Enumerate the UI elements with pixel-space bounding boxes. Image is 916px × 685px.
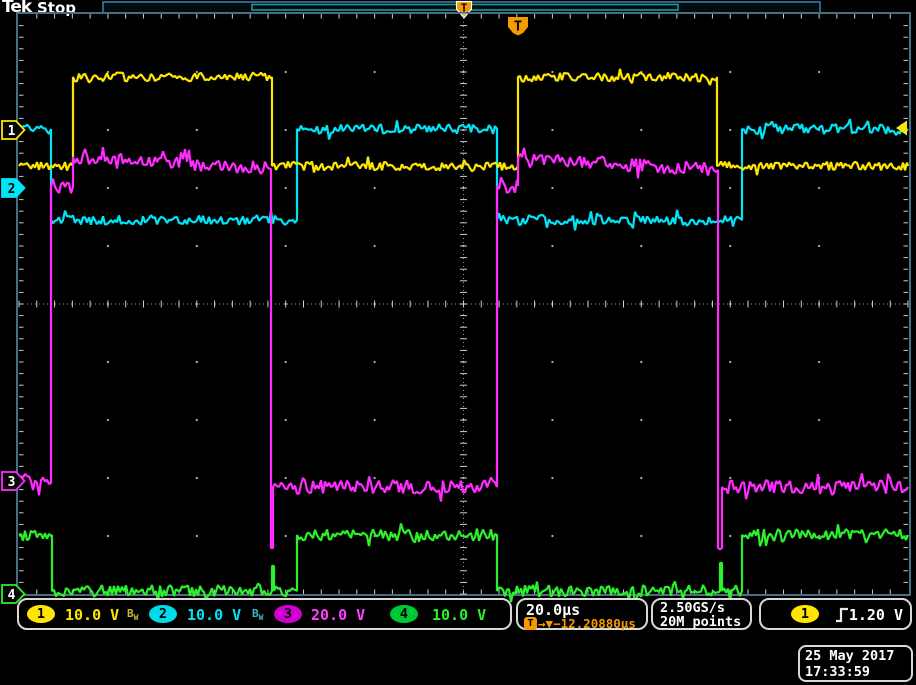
ch3-scale: 20.0 V: [311, 606, 365, 624]
datetime-box: 25 May 2017 17:33:59: [798, 645, 913, 682]
sample-rate: 2.50GS/s: [653, 601, 750, 615]
ch3-badge[interactable]: 3: [274, 605, 302, 623]
trigger-markers: T: [508, 17, 907, 136]
bw-sub: W: [259, 613, 264, 622]
trigger-readout-box[interactable]: 1 1.20 V: [759, 598, 912, 630]
record-length: 20M points: [653, 615, 750, 629]
acquisition-readout-box[interactable]: 2.50GS/s 20M points: [651, 598, 752, 630]
ch2-scale: 10.0 V: [187, 606, 241, 624]
trigger-position-icon[interactable]: T: [508, 17, 528, 36]
graticule-grid: [17, 13, 910, 595]
bw-main: B: [252, 607, 259, 620]
waveform-traces: [19, 69, 908, 604]
ch2-position-marker[interactable]: 2: [2, 179, 25, 197]
ch4-badge[interactable]: 4: [390, 605, 418, 623]
svg-text:1: 1: [8, 124, 16, 139]
ch1-badge[interactable]: 1: [27, 605, 55, 623]
horizontal-readout-box[interactable]: 20.0µs T →▼ −12.20880µs: [516, 598, 648, 630]
ch1-position-marker[interactable]: 1: [2, 121, 25, 139]
svg-text:3: 3: [8, 475, 16, 490]
ch4-scale: 10.0 V: [432, 606, 486, 624]
ch3-position-marker[interactable]: 3: [2, 472, 25, 490]
trigger-source-badge[interactable]: 1: [791, 605, 819, 623]
ch2-badge[interactable]: 2: [149, 605, 177, 623]
ch2-bandwidth-icon: BW: [252, 607, 263, 622]
delay-arrows-icon: →▼: [538, 616, 553, 631]
oscilloscope-screen: Tek Stop T 1234 T 1 10.0 V BW 2 10.0 V B…: [0, 0, 916, 685]
ch3-waveform: [19, 147, 908, 549]
svg-text:4: 4: [8, 588, 16, 603]
svg-text:2: 2: [8, 182, 16, 197]
bw-main: B: [127, 607, 134, 620]
time-label: 17:33:59: [805, 664, 911, 680]
trigger-level: 1.20 V: [849, 606, 903, 624]
trigger-t-icon: T: [524, 617, 537, 630]
trigger-delay-readout: T →▼ −12.20880µs: [524, 616, 636, 631]
date-label: 25 May 2017: [805, 648, 911, 664]
ch1-scale: 10.0 V: [65, 606, 119, 624]
svg-text:T: T: [514, 19, 522, 35]
channels-readout-box[interactable]: 1 10.0 V BW 2 10.0 V BW 3 20.0 V 4 10.0 …: [17, 598, 512, 630]
ch1-bandwidth-icon: BW: [127, 607, 138, 622]
bw-sub: W: [134, 613, 139, 622]
waveform-display: T 1 2 3 4 T: [0, 0, 916, 685]
delay-value: −12.20880µs: [553, 616, 636, 631]
